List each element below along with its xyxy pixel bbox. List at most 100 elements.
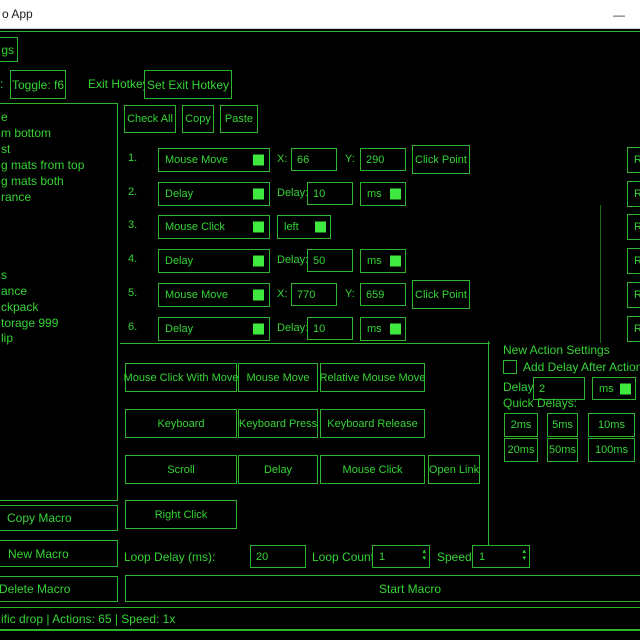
macro-list-item[interactable]: rance [1, 190, 31, 205]
delay-input[interactable] [307, 317, 353, 340]
macro-list-item[interactable]: m bottom [1, 126, 51, 141]
add-right-click-button[interactable]: Right Click [125, 500, 237, 529]
stepper-arrows-icon[interactable]: ▴▾ [422, 548, 426, 562]
add-keyboard-release-button[interactable]: Keyboard Release [320, 409, 425, 438]
tab-settings[interactable]: gs [0, 37, 18, 62]
speed-stepper[interactable]: 1 ▴▾ [472, 545, 530, 568]
loop-count-value: 1 [373, 551, 385, 563]
action-row-number: 4. [128, 253, 137, 265]
y-input[interactable] [360, 283, 406, 306]
action-row-number: 5. [128, 287, 137, 299]
toggle-hotkey-button[interactable]: Toggle: f6 [10, 70, 66, 99]
copy-macro-button[interactable]: Copy Macro [0, 505, 118, 531]
remove-action-button[interactable]: R [627, 214, 640, 240]
quick-delay-50ms-button[interactable]: 50ms [547, 438, 578, 462]
delete-macro-button[interactable]: Delete Macro [0, 576, 118, 602]
delay-input[interactable] [307, 182, 353, 205]
remove-action-button[interactable]: R [627, 147, 640, 173]
loop-count-label: Loop Count: [312, 550, 377, 564]
loop-delay-label: Loop Delay (ms): [124, 550, 215, 564]
y-input[interactable] [360, 148, 406, 171]
action-type-dropdown[interactable]: Delay [158, 249, 270, 273]
toggle-hotkey-label: : [0, 77, 3, 91]
add-keyboard-press-button[interactable]: Keyboard Press [238, 409, 318, 438]
add-keyboard-button[interactable]: Keyboard [125, 409, 237, 438]
quick-delay-10ms-button[interactable]: 10ms [588, 413, 635, 437]
action-row-number: 3. [128, 219, 137, 231]
mouse-button-value: left [278, 221, 299, 233]
add-relative-mouse-move-button[interactable]: Relative Mouse Move [320, 363, 425, 392]
macro-list-item[interactable]: ance [1, 284, 27, 299]
dropdown-indicator-icon [390, 189, 401, 200]
click-point-button[interactable]: Click Point [412, 280, 470, 309]
quick-delay-20ms-button[interactable]: 20ms [504, 438, 538, 462]
macro-list-item[interactable]: g mats both [1, 174, 64, 189]
add-mouse-click-button[interactable]: Mouse Click [320, 455, 425, 484]
start-macro-button[interactable]: Start Macro [125, 575, 640, 602]
unit-dropdown[interactable]: ms [360, 249, 406, 273]
action-row-number: 6. [128, 321, 137, 333]
action-type-dropdown[interactable]: Mouse Move [158, 148, 270, 172]
delay-label: Delay: [277, 322, 308, 334]
dropdown-indicator-icon [253, 256, 264, 267]
check-all-button[interactable]: Check All [124, 105, 176, 133]
paste-actions-button[interactable]: Paste [220, 105, 258, 133]
delay-label: Delay: [277, 254, 308, 266]
unit-value: ms [361, 188, 382, 200]
dropdown-indicator-icon [253, 189, 264, 200]
macro-list-item[interactable]: s [1, 268, 7, 283]
speed-label: Speed: [437, 550, 475, 564]
stepper-arrows-icon[interactable]: ▴▾ [522, 548, 526, 562]
quick-delay-2ms-button[interactable]: 2ms [504, 413, 538, 437]
add-mouse-move-button[interactable]: Mouse Move [238, 363, 318, 392]
x-input[interactable] [291, 148, 337, 171]
exit-hotkey-label: Exit Hotkey: [88, 77, 152, 91]
remove-action-button[interactable]: R [627, 248, 640, 274]
action-type-dropdown[interactable]: Mouse Move [158, 283, 270, 307]
action-list-scrollbar[interactable] [600, 205, 601, 343]
add-delay-after-action-checkbox[interactable] [503, 360, 517, 374]
action-list-bottom-border [120, 343, 490, 344]
action-type-dropdown[interactable]: Delay [158, 182, 270, 206]
add-open-link-button[interactable]: Open Link [428, 455, 480, 484]
macro-list-item[interactable]: torage 999 [1, 316, 58, 331]
macro-list-item[interactable]: g mats from top [1, 158, 84, 173]
x-label: X: [277, 153, 287, 165]
click-point-button[interactable]: Click Point [412, 145, 470, 174]
macro-list-item[interactable]: lip [1, 331, 13, 346]
action-row-number: 2. [128, 186, 137, 198]
action-type-value: Mouse Click [159, 221, 225, 233]
quick-delays-label: Quick Delays: [503, 396, 577, 410]
unit-dropdown[interactable]: ms [360, 182, 406, 206]
mouse-button-dropdown[interactable]: left [277, 215, 331, 239]
unit-dropdown[interactable]: ms [360, 317, 406, 341]
action-type-dropdown[interactable]: Delay [158, 317, 270, 341]
quick-delay-100ms-button[interactable]: 100ms [588, 438, 635, 462]
content-top-border [0, 31, 640, 32]
new-macro-button[interactable]: New Macro [0, 540, 118, 567]
x-input[interactable] [291, 283, 337, 306]
add-mouse-click-with-move-button[interactable]: Mouse Click With Move [125, 363, 237, 392]
remove-action-button[interactable]: R [627, 316, 640, 342]
action-type-dropdown[interactable]: Mouse Click [158, 215, 270, 239]
loop-delay-input[interactable] [250, 545, 306, 568]
dropdown-indicator-icon [390, 256, 401, 267]
copy-actions-button[interactable]: Copy [182, 105, 214, 133]
add-delay-after-action-label: Add Delay After Action [523, 360, 640, 374]
macro-list-item[interactable]: e [1, 110, 8, 125]
tab-settings-label: gs [1, 43, 14, 57]
minimize-button[interactable]: — [598, 0, 640, 29]
new-action-unit-dropdown[interactable]: ms [592, 377, 636, 400]
set-exit-hotkey-button[interactable]: Set Exit Hotkey [144, 70, 232, 99]
add-delay-button[interactable]: Delay [238, 455, 318, 484]
remove-action-button[interactable]: R [627, 181, 640, 207]
add-scroll-button[interactable]: Scroll [125, 455, 237, 484]
remove-action-button[interactable]: R [627, 282, 640, 308]
delay-input[interactable] [307, 249, 353, 272]
loop-count-stepper[interactable]: 1 ▴▾ [372, 545, 430, 568]
macro-list-item[interactable]: ckpack [1, 300, 38, 315]
quick-delay-5ms-button[interactable]: 5ms [547, 413, 578, 437]
action-type-value: Delay [159, 255, 193, 267]
macro-list-item[interactable]: st [1, 142, 10, 157]
window-title: o App [2, 7, 33, 21]
